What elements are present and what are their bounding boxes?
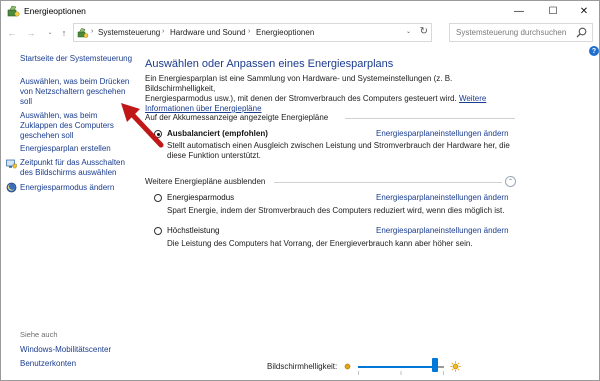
- maximize-button[interactable]: ☐: [538, 1, 568, 22]
- sidebar-item-create-plan[interactable]: Energiesparplan erstellen: [20, 144, 111, 154]
- plan-high-performance-name[interactable]: Höchstleistung: [167, 226, 219, 235]
- breadcrumb-systemsteuerung[interactable]: Systemsteuerung: [98, 28, 160, 37]
- brightness-high-icon: [450, 361, 461, 372]
- sidebar-item-label: Energiesparplan erstellen: [20, 144, 111, 153]
- minimize-button[interactable]: —: [504, 1, 534, 22]
- sidebar-item-sleep-mode[interactable]: Energiesparmodus ändern: [20, 183, 114, 193]
- brightness-low-icon: [344, 363, 351, 370]
- maximize-icon: ☐: [548, 6, 558, 17]
- recent-locations-button[interactable]: ⌄: [43, 25, 57, 40]
- sidebar-item-label: Energiesparmodus ändern: [20, 183, 115, 192]
- see-also-heading: Siehe auch: [20, 330, 58, 339]
- help-glyph: ?: [591, 47, 597, 55]
- intro-line: Ein Energiesparplan ist eine Sammlung vo…: [145, 74, 453, 93]
- navigation-bar: ← → ⌄ ↑ › Systemsteuerung › Hardware und…: [1, 22, 599, 44]
- collapse-toggle-button[interactable]: ⌃: [505, 176, 516, 187]
- plan-power-saver-description: Spart Energie, indem der Stromverbrauch …: [167, 206, 505, 215]
- energy-options-window: Energieoptionen — ☐ ✕ ← → ⌄ ↑ › Systemst…: [0, 0, 600, 381]
- window-title: Energieoptionen: [24, 6, 86, 16]
- intro-line-text: Energiesparmodus usw.), mit denen der St…: [145, 94, 457, 103]
- breadcrumb-energieoptionen[interactable]: Energieoptionen: [256, 28, 314, 37]
- chevron-up-icon: ⌃: [507, 179, 514, 185]
- brightness-slider-ticks: [358, 371, 444, 375]
- sidebar-item-label: soll: [20, 97, 33, 106]
- annotation-arrow-icon: [121, 103, 164, 148]
- refresh-icon[interactable]: ↻: [420, 26, 428, 37]
- plan-balanced-name[interactable]: Ausbalanciert (empfohlen): [167, 129, 268, 138]
- see-also-mobility-center-link[interactable]: Windows-Mobilitätscenter: [20, 345, 111, 355]
- sidebar-item-label: geschehen soll: [20, 131, 74, 140]
- title-bar: Energieoptionen — ☐ ✕: [1, 1, 599, 22]
- more-info-link[interactable]: Weitere: [459, 94, 486, 103]
- breadcrumb-separator-icon: ›: [91, 28, 94, 35]
- hidden-plans-group-header[interactable]: Weitere Energiepläne ausblenden: [145, 177, 265, 186]
- sidebar-item-display-off[interactable]: Zeitpunkt für das Ausschalten des Bildsc…: [20, 158, 125, 178]
- intro-line: Energiesparmodus usw.), mit denen der St…: [145, 94, 505, 104]
- control-panel-icon: [77, 28, 89, 38]
- main-content: ? Auswählen oder Anpassen eines Energies…: [129, 44, 599, 354]
- back-arrow-icon: ←: [7, 27, 17, 38]
- sidebar-item-label: Zeitpunkt für das Ausschalten: [20, 158, 125, 167]
- sidebar-item-lid-close[interactable]: Auswählen, was beim Zuklappen des Comput…: [20, 111, 114, 141]
- search-placeholder: Systemsteuerung durchsuchen: [456, 28, 567, 37]
- forward-button[interactable]: →: [24, 25, 38, 40]
- sidebar-item-label: Zuklappen des Computers: [20, 121, 114, 130]
- search-input[interactable]: Systemsteuerung durchsuchen: [449, 23, 593, 42]
- brightness-slider-fill: [358, 366, 436, 368]
- plan-high-performance-description: Die Leistung des Computers hat Vorrang, …: [167, 239, 473, 248]
- sidebar-item-label: Auswählen, was beim: [20, 111, 98, 120]
- plan-balanced-description: Stellt automatisch einen Ausgleich zwisc…: [167, 141, 527, 161]
- page-title: Auswählen oder Anpassen eines Energiespa…: [145, 58, 394, 70]
- plan-high-performance-radio[interactable]: [154, 227, 162, 235]
- plan-description-line: Stellt automatisch einen Ausgleich zwisc…: [167, 141, 510, 150]
- monitor-shield-icon: [6, 159, 17, 169]
- breadcrumb-separator-icon: ›: [162, 28, 165, 35]
- address-bar[interactable]: › Systemsteuerung › Hardware und Sound ›…: [73, 23, 432, 42]
- plan-high-performance-settings-link[interactable]: Energiesparplaneinstellungen ändern: [376, 226, 509, 235]
- sidebar-item-label: Auswählen, was beim Drücken: [20, 77, 130, 86]
- group-divider: [274, 182, 502, 183]
- brightness-slider-track[interactable]: [358, 366, 444, 368]
- chevron-down-icon: ⌄: [47, 30, 53, 36]
- close-button[interactable]: ✕: [569, 1, 599, 22]
- help-icon[interactable]: ?: [589, 46, 599, 56]
- brightness-slider-thumb[interactable]: [432, 358, 439, 372]
- minimize-icon: —: [514, 6, 524, 17]
- search-icon[interactable]: [576, 27, 587, 38]
- group-divider: [345, 118, 515, 119]
- forward-arrow-icon: →: [26, 27, 36, 38]
- plan-power-saver-settings-link[interactable]: Energiesparplaneinstellungen ändern: [376, 193, 509, 202]
- sidebar-home-link[interactable]: Startseite der Systemsteuerung: [20, 54, 132, 64]
- close-icon: ✕: [579, 6, 589, 17]
- plan-power-saver-name[interactable]: Energiesparmodus: [167, 193, 234, 202]
- plan-power-saver-radio[interactable]: [154, 194, 162, 202]
- plan-description-line: diese Funktion unterstützt.: [167, 151, 261, 160]
- breadcrumb-hardware-und-sound[interactable]: Hardware und Sound: [170, 28, 246, 37]
- power-options-icon: [7, 5, 20, 17]
- moon-globe-icon: [6, 182, 17, 193]
- intro-text: Ein Energiesparplan ist eine Sammlung vo…: [145, 74, 505, 114]
- back-button[interactable]: ←: [5, 25, 19, 40]
- see-also-user-accounts-link[interactable]: Benutzerkonten: [20, 359, 76, 369]
- battery-plans-group-header: Auf der Akkumessanzeige angezeigte Energ…: [145, 113, 329, 122]
- plan-balanced-settings-link[interactable]: Energiesparplaneinstellungen ändern: [376, 129, 509, 138]
- sidebar-item-power-buttons[interactable]: Auswählen, was beim Drücken von Netzscha…: [20, 77, 129, 107]
- up-arrow-icon: ↑: [61, 27, 67, 38]
- sidebar-item-label: des Bildschirms auswählen: [20, 168, 117, 177]
- brightness-bar: Bildschirmhelligkeit:: [129, 354, 599, 380]
- sidebar-item-label: von Netzschaltern geschehen: [20, 87, 126, 96]
- address-dropdown-icon[interactable]: ⌄: [406, 28, 411, 35]
- sidebar: Startseite der Systemsteuerung Auswählen…: [1, 44, 132, 380]
- breadcrumb-separator-icon: ›: [248, 28, 251, 35]
- brightness-label: Bildschirmhelligkeit:: [267, 362, 338, 371]
- up-button[interactable]: ↑: [57, 25, 71, 40]
